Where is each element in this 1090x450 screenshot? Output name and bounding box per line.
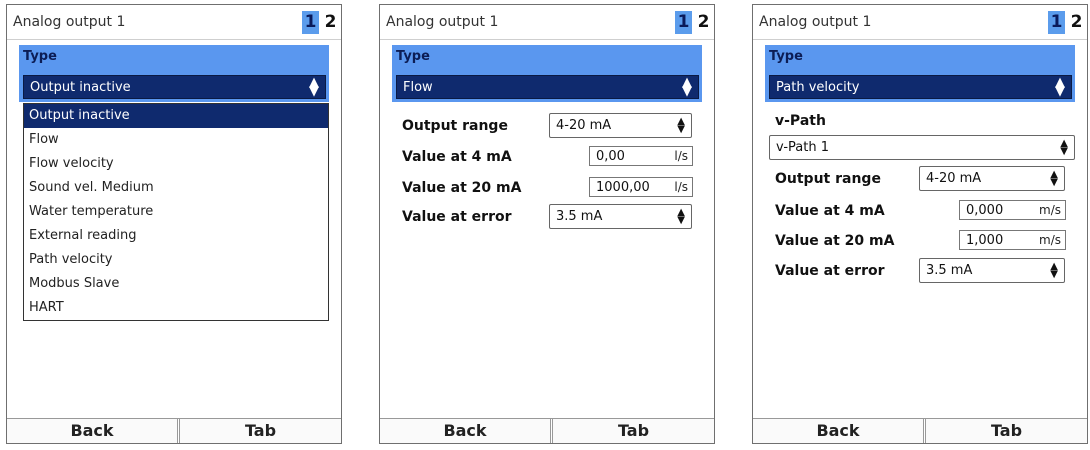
back-button[interactable]: Back [753,419,924,443]
value-at-4ma-value: 0,00 [596,149,625,164]
page-indicator-2[interactable]: 2 [322,11,339,34]
value-at-4ma-field[interactable]: 0,00 l/s [589,146,693,166]
screen-analog-output-type-dropdown: Analog output 1 1 2 Type Output inactive… [6,4,342,444]
up-down-arrows-icon: ▲ ▼ [677,116,685,135]
dropdown-option[interactable]: Sound vel. Medium [24,176,328,200]
value-at-20ma-unit: m/s [1039,233,1061,247]
up-down-arrows-icon: ▲ ▼ [309,75,319,99]
type-select-value: Flow [403,80,433,95]
type-select-value: Output inactive [30,80,131,95]
value-at-4ma-value: 0,000 [966,203,1004,218]
value-at-error-label: Value at error [775,263,885,279]
dropdown-option[interactable]: Modbus Slave [24,272,328,296]
type-section: Type Flow ▲ ▼ [392,45,702,102]
type-select[interactable]: Output inactive ▲ ▼ [23,75,326,99]
softkey-bar: Back Tab [380,418,714,443]
dropdown-option[interactable]: Path velocity [24,248,328,272]
page-title: Analog output 1 [759,14,872,30]
page-indicator-1[interactable]: 1 [675,11,692,34]
value-at-error-select[interactable]: 3.5 mA ▲ ▼ [919,258,1065,283]
dropdown-option[interactable]: HART [24,296,328,320]
value-at-error-row: Value at error 3.5 mA ▲ ▼ [396,204,702,230]
page-indicator-1[interactable]: 1 [1048,11,1065,34]
value-at-4ma-unit: l/s [674,149,688,163]
type-dropdown-list: Output inactive Flow Flow velocity Sound… [23,103,329,321]
output-range-row: Output range 4-20 mA ▲ ▼ [396,113,702,139]
page-indicator-1[interactable]: 1 [302,11,319,34]
up-down-arrows-icon: ▲ ▼ [1050,169,1058,188]
value-at-4ma-field[interactable]: 0,000 m/s [959,200,1066,220]
value-at-error-value: 3.5 mA [926,263,973,278]
up-down-arrows-icon: ▲ ▼ [682,75,692,99]
page-title: Analog output 1 [386,14,499,30]
value-at-20ma-value: 1,000 [966,233,1004,248]
up-down-arrows-icon: ▲ ▼ [677,207,685,226]
softkey-bar: Back Tab [753,418,1087,443]
value-at-4ma-label: Value at 4 mA [402,149,512,165]
screen-analog-output-path-velocity: Analog output 1 1 2 Type Path velocity ▲… [752,4,1088,444]
output-range-value: 4-20 mA [926,171,982,186]
value-at-4ma-row: Value at 4 mA 0,000 m/s [769,198,1075,224]
title-bar: Analog output 1 1 2 [7,5,341,40]
value-at-20ma-value: 1000,00 [596,180,650,195]
tab-button[interactable]: Tab [925,419,1087,443]
up-down-arrows-icon: ▲ ▼ [1050,261,1058,280]
type-select[interactable]: Path velocity ▲ ▼ [769,75,1072,99]
output-range-select[interactable]: 4-20 mA ▲ ▼ [919,166,1065,191]
tab-button[interactable]: Tab [552,419,714,443]
title-bar: Analog output 1 1 2 [380,5,714,40]
type-label: Type [396,49,430,64]
value-at-4ma-label: Value at 4 mA [775,203,885,219]
output-range-value: 4-20 mA [556,118,612,133]
tab-button[interactable]: Tab [179,419,341,443]
output-range-label: Output range [775,171,881,187]
output-range-select[interactable]: 4-20 mA ▲ ▼ [549,113,692,138]
page-indicator-2[interactable]: 2 [695,11,712,34]
screen-analog-output-flow: Analog output 1 1 2 Type Flow ▲ ▼ Output … [379,4,715,444]
value-at-error-label: Value at error [402,209,512,225]
type-label: Type [769,49,803,64]
up-down-arrows-icon: ▲ ▼ [1060,138,1068,157]
type-label: Type [23,49,57,64]
value-at-4ma-row: Value at 4 mA 0,00 l/s [396,144,702,170]
value-at-20ma-row: Value at 20 mA 1,000 m/s [769,228,1075,254]
value-at-20ma-field[interactable]: 1000,00 l/s [589,177,693,197]
title-bar: Analog output 1 1 2 [753,5,1087,40]
value-at-20ma-label: Value at 20 mA [402,180,522,196]
up-down-arrows-icon: ▲ ▼ [1055,75,1065,99]
dropdown-option[interactable]: Water temperature [24,200,328,224]
dropdown-option[interactable]: Output inactive [24,104,328,128]
value-at-error-value: 3.5 mA [556,209,603,224]
type-section: Type Output inactive ▲ ▼ [19,45,329,102]
v-path-label: v-Path [775,113,826,129]
value-at-4ma-unit: m/s [1039,203,1061,217]
type-section: Type Path velocity ▲ ▼ [765,45,1075,102]
value-at-20ma-row: Value at 20 mA 1000,00 l/s [396,175,702,201]
output-range-label: Output range [402,118,508,134]
type-select[interactable]: Flow ▲ ▼ [396,75,699,99]
back-button[interactable]: Back [7,419,178,443]
page-title: Analog output 1 [13,14,126,30]
back-button[interactable]: Back [380,419,551,443]
dropdown-option[interactable]: Flow velocity [24,152,328,176]
softkey-bar: Back Tab [7,418,341,443]
value-at-error-select[interactable]: 3.5 mA ▲ ▼ [549,204,692,229]
page-indicator-2[interactable]: 2 [1068,11,1085,34]
dropdown-option[interactable]: Flow [24,128,328,152]
value-at-20ma-unit: l/s [674,180,688,194]
v-path-value: v-Path 1 [776,140,829,155]
dropdown-option[interactable]: External reading [24,224,328,248]
type-select-value: Path velocity [776,80,860,95]
value-at-error-row: Value at error 3.5 mA ▲ ▼ [769,258,1075,284]
output-range-row: Output range 4-20 mA ▲ ▼ [769,166,1075,192]
value-at-20ma-field[interactable]: 1,000 m/s [959,230,1066,250]
value-at-20ma-label: Value at 20 mA [775,233,895,249]
v-path-select[interactable]: v-Path 1 ▲ ▼ [769,135,1075,160]
